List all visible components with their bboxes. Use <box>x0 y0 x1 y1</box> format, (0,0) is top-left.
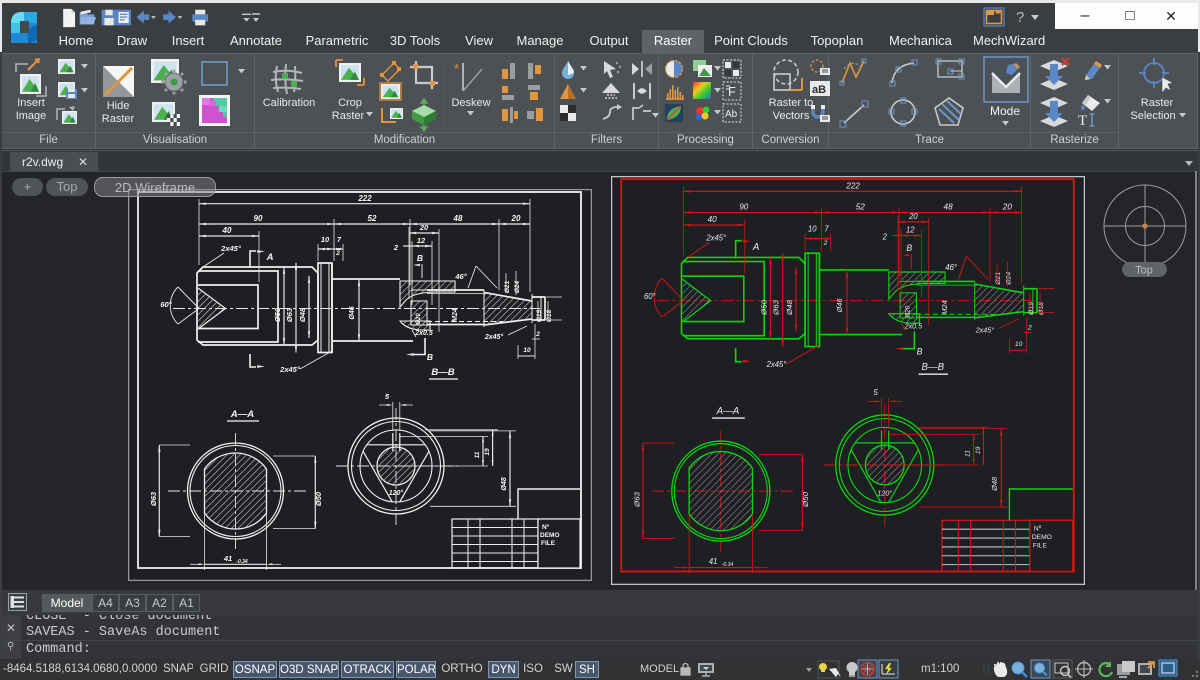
svg-text:Raster to: Raster to <box>769 97 814 109</box>
svg-text:Vectors: Vectors <box>773 110 810 122</box>
svg-text:Crop: Crop <box>338 97 362 109</box>
svg-text:Selection: Selection <box>1130 110 1175 122</box>
svg-text:Mode: Mode <box>990 104 1020 118</box>
svg-text:Hide: Hide <box>107 100 130 112</box>
svg-text:aB: aB <box>812 84 826 96</box>
svg-text:Raster: Raster <box>102 113 135 125</box>
svg-text:Raster: Raster <box>332 110 365 122</box>
svg-text:Raster: Raster <box>1141 97 1174 109</box>
svg-text:Top: Top <box>1135 265 1153 277</box>
svg-text:*: * <box>454 61 459 76</box>
svg-text:?: ? <box>1016 9 1024 26</box>
svg-text:Calibration: Calibration <box>263 97 316 109</box>
svg-text:Insert: Insert <box>17 97 45 109</box>
svg-text:T: T <box>1078 113 1087 129</box>
svg-text:Ab: Ab <box>725 109 738 120</box>
svg-text:Image: Image <box>16 110 47 122</box>
svg-text:Deskew: Deskew <box>451 97 490 109</box>
